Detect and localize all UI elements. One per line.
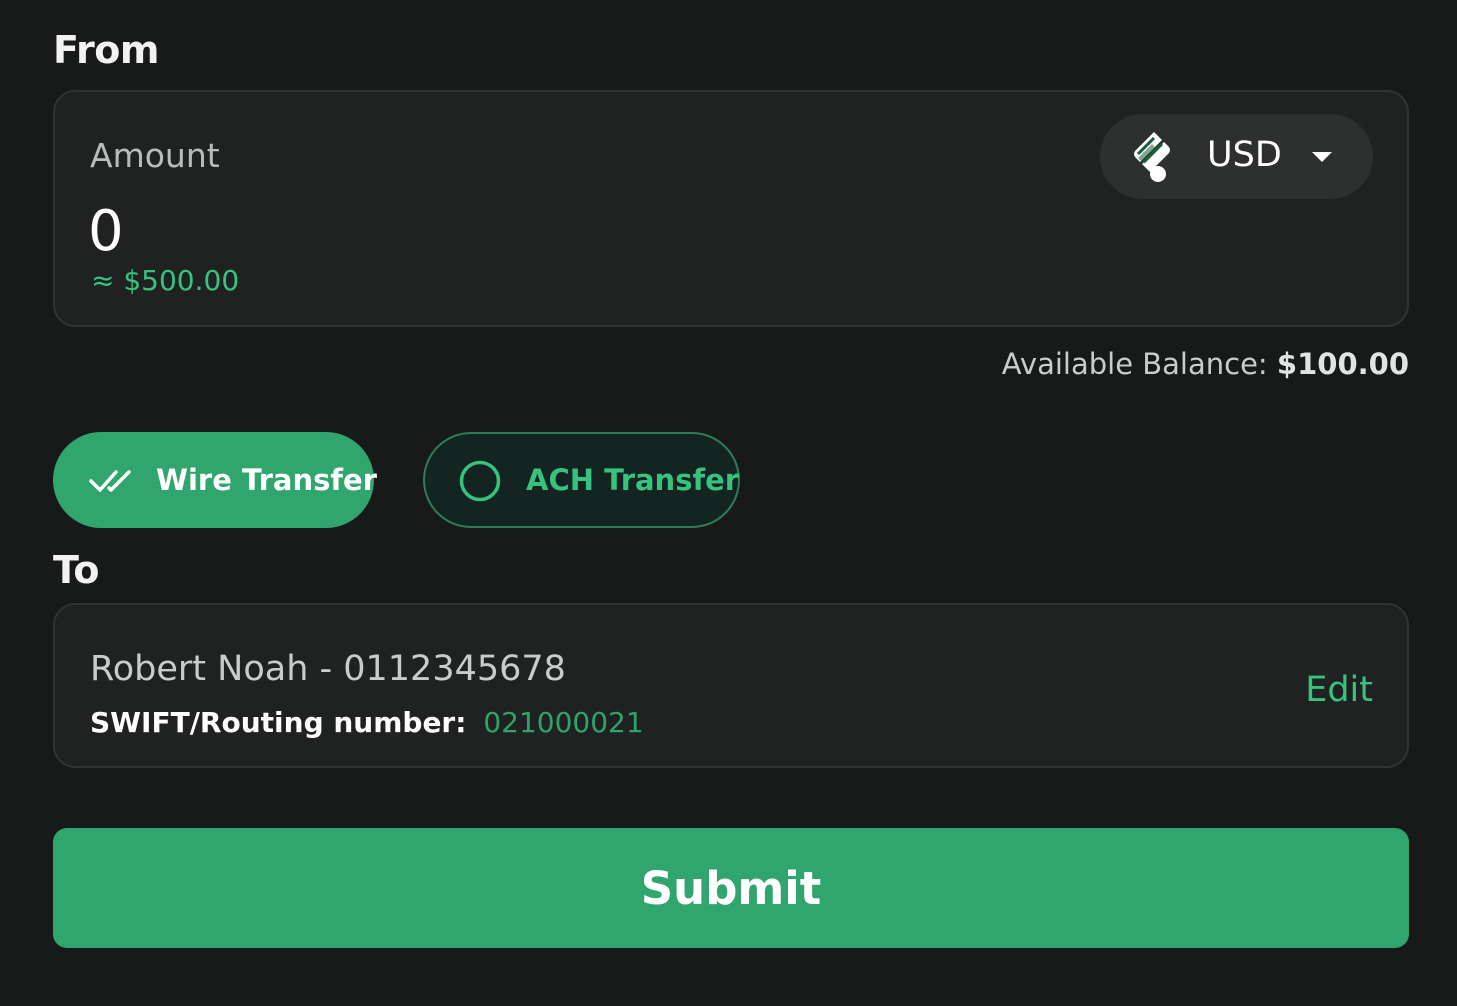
wire-transfer-option[interactable]: Wire Transfer [53, 432, 377, 528]
amount-input[interactable] [88, 196, 788, 266]
currency-logo-icon [1134, 132, 1170, 182]
chevron-down-icon [1312, 152, 1332, 162]
submit-button[interactable]: Submit [53, 828, 1409, 948]
edit-recipient-link[interactable]: Edit [1305, 670, 1373, 710]
from-heading: From [53, 28, 159, 72]
wire-transfer-label: Wire Transfer [156, 463, 377, 497]
double-check-icon [89, 470, 131, 492]
radio-circle-icon [459, 460, 501, 502]
available-balance: Available Balance: $100.00 [1002, 347, 1409, 381]
ach-transfer-label: ACH Transfer [526, 463, 740, 497]
to-heading: To [53, 548, 99, 592]
routing-label: SWIFT/Routing number: [90, 706, 467, 739]
recipient-name: Robert Noah - 0112345678 [90, 649, 566, 689]
balance-amount: $100.00 [1276, 347, 1409, 381]
amount-card: Amount ≈ $500.00 USD [53, 90, 1409, 327]
currency-dropdown[interactable]: USD [1100, 114, 1373, 199]
amount-label: Amount [90, 136, 220, 175]
currency-code: USD [1207, 135, 1282, 175]
routing-value: 021000021 [483, 706, 644, 739]
ach-transfer-option[interactable]: ACH Transfer [423, 432, 740, 528]
recipient-card: Robert Noah - 0112345678 SWIFT/Routing n… [53, 603, 1409, 768]
amount-converted-value: ≈ $500.00 [91, 264, 240, 297]
balance-label: Available Balance: [1001, 347, 1268, 381]
routing-row: SWIFT/Routing number: 021000021 [90, 706, 644, 739]
